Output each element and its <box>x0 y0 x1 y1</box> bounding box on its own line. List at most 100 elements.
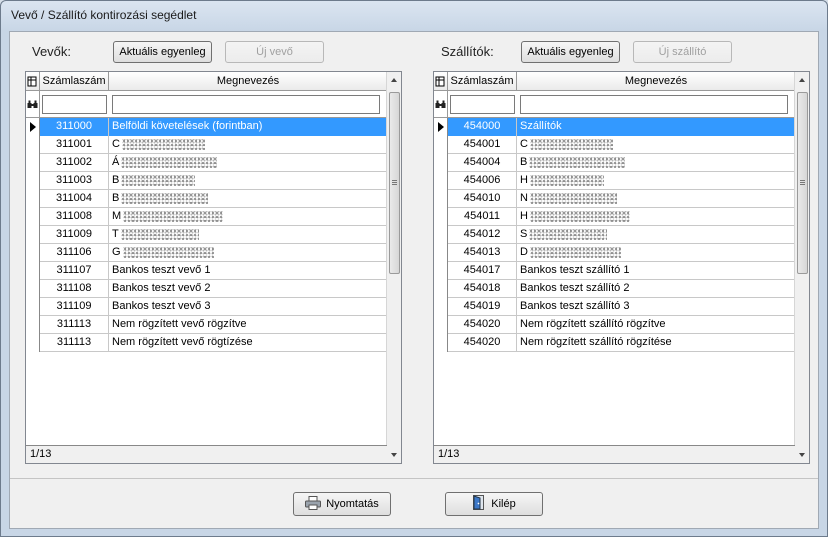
row-indicator[interactable] <box>26 226 40 244</box>
account-number-cell[interactable]: 454020 <box>448 316 517 334</box>
suppliers-vertical-scrollbar[interactable] <box>794 72 809 463</box>
table-row[interactable]: 311108 Bankos teszt vevő 2 <box>26 280 387 298</box>
row-indicator[interactable] <box>26 244 40 262</box>
name-cell[interactable]: Nem rögzített szállító rögzítése <box>517 334 795 352</box>
row-indicator[interactable] <box>26 316 40 334</box>
account-number-cell[interactable]: 311000 <box>40 118 109 136</box>
scroll-up-icon[interactable] <box>799 78 805 82</box>
row-indicator[interactable] <box>434 172 448 190</box>
customers-grid[interactable]: Számlaszám Megnevezés 311000 Belföldi köv… <box>25 71 402 464</box>
table-row[interactable]: 311106 G <box>26 244 387 262</box>
row-indicator[interactable] <box>26 262 40 280</box>
account-number-cell[interactable]: 454001 <box>448 136 517 154</box>
table-row[interactable]: 454012 S <box>434 226 795 244</box>
row-indicator[interactable] <box>26 190 40 208</box>
name-cell[interactable]: Bankos teszt szállító 3 <box>517 298 795 316</box>
account-number-cell[interactable]: 454019 <box>448 298 517 316</box>
account-number-cell[interactable]: 311001 <box>40 136 109 154</box>
suppliers-account-filter-input[interactable] <box>450 95 515 114</box>
row-indicator[interactable] <box>434 190 448 208</box>
name-cell[interactable]: B <box>517 154 795 172</box>
table-row[interactable]: 454013 D <box>434 244 795 262</box>
name-cell[interactable]: G <box>109 244 387 262</box>
table-row[interactable]: 311002 Á <box>26 154 387 172</box>
table-row[interactable]: 311000 Belföldi követelések (forintban) <box>26 118 387 136</box>
table-row[interactable]: 454001 C <box>434 136 795 154</box>
name-cell[interactable]: T <box>109 226 387 244</box>
table-row[interactable]: 454010 N <box>434 190 795 208</box>
account-number-cell[interactable]: 311106 <box>40 244 109 262</box>
row-indicator[interactable] <box>434 298 448 316</box>
account-number-cell[interactable]: 454013 <box>448 244 517 262</box>
customers-balance-button[interactable]: Aktuális egyenleg <box>113 41 212 63</box>
row-indicator[interactable] <box>26 136 40 154</box>
table-row[interactable]: 454011 H <box>434 208 795 226</box>
name-cell[interactable]: B <box>109 190 387 208</box>
account-number-cell[interactable]: 311002 <box>40 154 109 172</box>
exit-button[interactable]: Kilép <box>445 492 543 516</box>
grid-settings-icon[interactable] <box>26 72 40 90</box>
column-header-account-number[interactable]: Számlaszám <box>40 72 109 90</box>
row-indicator[interactable] <box>26 334 40 352</box>
account-number-cell[interactable]: 454006 <box>448 172 517 190</box>
table-row[interactable]: 454006 H <box>434 172 795 190</box>
account-number-cell[interactable]: 454000 <box>448 118 517 136</box>
account-number-cell[interactable]: 454020 <box>448 334 517 352</box>
table-row[interactable]: 311009 T <box>26 226 387 244</box>
name-cell[interactable]: Bankos teszt vevő 3 <box>109 298 387 316</box>
row-indicator[interactable] <box>434 226 448 244</box>
name-cell[interactable]: Bankos teszt vevő 1 <box>109 262 387 280</box>
customers-name-filter-input[interactable] <box>112 95 380 114</box>
account-number-cell[interactable]: 454004 <box>448 154 517 172</box>
scroll-thumb[interactable] <box>797 92 808 274</box>
table-row[interactable]: 454000 Szállítók <box>434 118 795 136</box>
name-cell[interactable]: Nem rögzített vevő rögzítve <box>109 316 387 334</box>
row-indicator[interactable] <box>434 208 448 226</box>
name-cell[interactable]: Nem rögzített vevő rögtízése <box>109 334 387 352</box>
row-indicator[interactable] <box>26 118 40 136</box>
name-cell[interactable]: N <box>517 190 795 208</box>
name-cell[interactable]: Nem rögzített szállító rögzítve <box>517 316 795 334</box>
account-number-cell[interactable]: 311003 <box>40 172 109 190</box>
scroll-down-icon[interactable] <box>799 453 805 457</box>
name-cell[interactable]: M <box>109 208 387 226</box>
table-row[interactable]: 454019 Bankos teszt szállító 3 <box>434 298 795 316</box>
column-header-account-number[interactable]: Számlaszám <box>448 72 517 90</box>
table-row[interactable]: 454018 Bankos teszt szállító 2 <box>434 280 795 298</box>
account-number-cell[interactable]: 311108 <box>40 280 109 298</box>
scroll-thumb[interactable] <box>389 92 400 274</box>
row-indicator[interactable] <box>434 280 448 298</box>
table-row[interactable]: 311109 Bankos teszt vevő 3 <box>26 298 387 316</box>
table-row[interactable]: 454020 Nem rögzített szállító rögzítve <box>434 316 795 334</box>
account-number-cell[interactable]: 311113 <box>40 334 109 352</box>
row-indicator[interactable] <box>434 154 448 172</box>
column-header-name[interactable]: Megnevezés <box>109 72 387 90</box>
row-indicator[interactable] <box>26 208 40 226</box>
name-cell[interactable]: S <box>517 226 795 244</box>
name-cell[interactable]: H <box>517 172 795 190</box>
suppliers-balance-button[interactable]: Aktuális egyenleg <box>521 41 620 63</box>
account-number-cell[interactable]: 311009 <box>40 226 109 244</box>
table-row[interactable]: 454017 Bankos teszt szállító 1 <box>434 262 795 280</box>
row-indicator[interactable] <box>434 244 448 262</box>
account-number-cell[interactable]: 311004 <box>40 190 109 208</box>
table-row[interactable]: 311004 B <box>26 190 387 208</box>
name-cell[interactable]: B <box>109 172 387 190</box>
table-row[interactable]: 454020 Nem rögzített szállító rögzítése <box>434 334 795 352</box>
scroll-up-icon[interactable] <box>391 78 397 82</box>
name-cell[interactable]: Bankos teszt szállító 2 <box>517 280 795 298</box>
table-row[interactable]: 311107 Bankos teszt vevő 1 <box>26 262 387 280</box>
account-number-cell[interactable]: 454011 <box>448 208 517 226</box>
table-row[interactable]: 311113 Nem rögzített vevő rögzítve <box>26 316 387 334</box>
name-cell[interactable]: H <box>517 208 795 226</box>
row-indicator[interactable] <box>26 298 40 316</box>
table-row[interactable]: 454004 B <box>434 154 795 172</box>
account-number-cell[interactable]: 454018 <box>448 280 517 298</box>
account-number-cell[interactable]: 454017 <box>448 262 517 280</box>
customers-account-filter-input[interactable] <box>42 95 107 114</box>
account-number-cell[interactable]: 454010 <box>448 190 517 208</box>
table-row[interactable]: 311113 Nem rögzített vevő rögtízése <box>26 334 387 352</box>
name-cell[interactable]: Bankos teszt vevő 2 <box>109 280 387 298</box>
account-number-cell[interactable]: 311107 <box>40 262 109 280</box>
new-customer-button[interactable]: Új vevő <box>225 41 324 63</box>
